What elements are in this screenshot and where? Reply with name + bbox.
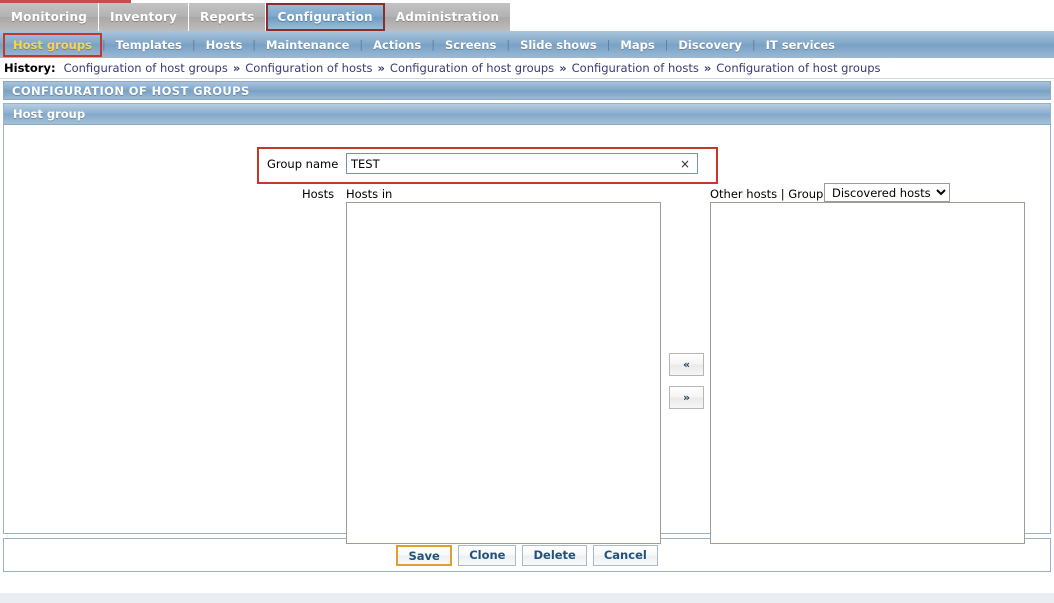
group-name-input[interactable] [347,155,677,172]
submenu-item-hosts[interactable]: Hosts [197,34,252,56]
submenu-item-screens[interactable]: Screens [436,34,505,56]
submenu-item-maps[interactable]: Maps [611,34,663,56]
hosts-in-listbox[interactable] [346,202,661,544]
breadcrumb-separator: » [703,61,712,75]
top-menu-accent-line [0,0,131,3]
group-filter-select[interactable]: Discovered hosts [824,183,950,202]
submenu-item-maintenance[interactable]: Maintenance [257,34,358,56]
submenu-item-slide-shows[interactable]: Slide shows [511,34,606,56]
cancel-button[interactable]: Cancel [592,544,658,566]
submenu-item-discovery[interactable]: Discovery [669,34,751,56]
save-button[interactable]: Save [396,544,453,566]
other-hosts-label: Other hosts | Group [710,187,824,201]
clear-icon[interactable]: × [677,158,697,170]
move-left-button[interactable]: « [669,353,704,376]
hosts-row-label: Hosts [302,187,335,201]
top-menu-item-administration[interactable]: Administration [384,3,512,31]
move-right-button[interactable]: » [669,386,704,409]
submenu-item-host-groups[interactable]: Host groups [3,32,102,57]
delete-button[interactable]: Delete [522,544,587,566]
top-menu-item-reports[interactable]: Reports [189,3,267,31]
breadcrumb-link[interactable]: Configuration of host groups [64,61,228,75]
breadcrumb: History: Configuration of host groups» Co… [0,58,1054,79]
form-header: Host group [4,104,1050,125]
submenu-item-templates[interactable]: Templates [107,34,191,56]
sub-navigation: Host groups | Templates | Hosts | Maintenance |… [0,31,1054,58]
page-bottom-strip [0,593,1054,603]
page-title-bar: CONFIGURATION OF HOST GROUPS [3,81,1051,100]
hosts-in-label: Hosts in [346,187,393,201]
page-title: CONFIGURATION OF HOST GROUPS [12,83,250,98]
group-name-label: Group name [267,157,339,171]
breadcrumb-link[interactable]: Configuration of hosts [245,61,372,75]
history-label: History: [4,61,56,75]
top-menu-bar: Monitoring Inventory Reports Configuration A… [0,0,1054,31]
top-menu-item-configuration[interactable]: Configuration [266,3,385,31]
submenu-item-actions[interactable]: Actions [364,34,430,56]
form-header-title: Host group [13,107,86,121]
main-navigation: Monitoring Inventory Reports Configuration A… [0,3,512,31]
breadcrumb-link[interactable]: Configuration of host groups [390,61,554,75]
form-body: Group name × Hosts Hosts in Other hosts … [4,125,1050,544]
breadcrumb-separator: » [377,61,385,75]
group-name-input-wrapper[interactable]: × [346,153,698,174]
clone-button[interactable]: Clone [458,544,517,566]
breadcrumb-link[interactable]: Configuration of host groups [716,61,880,75]
history-items: Configuration of host groups » Configurati… [64,61,881,75]
top-menu-item-monitoring[interactable]: Monitoring [0,3,99,31]
breadcrumb-separator: » [559,61,567,75]
host-group-form-panel: Host group Group name × Hosts Hosts in O… [3,103,1051,544]
breadcrumb-separator: » [232,61,241,75]
breadcrumb-link[interactable]: Configuration of hosts [572,61,699,75]
other-hosts-listbox[interactable] [710,202,1025,544]
top-menu-item-inventory[interactable]: Inventory [99,3,190,31]
submenu-item-it-services[interactable]: IT services [757,34,844,56]
